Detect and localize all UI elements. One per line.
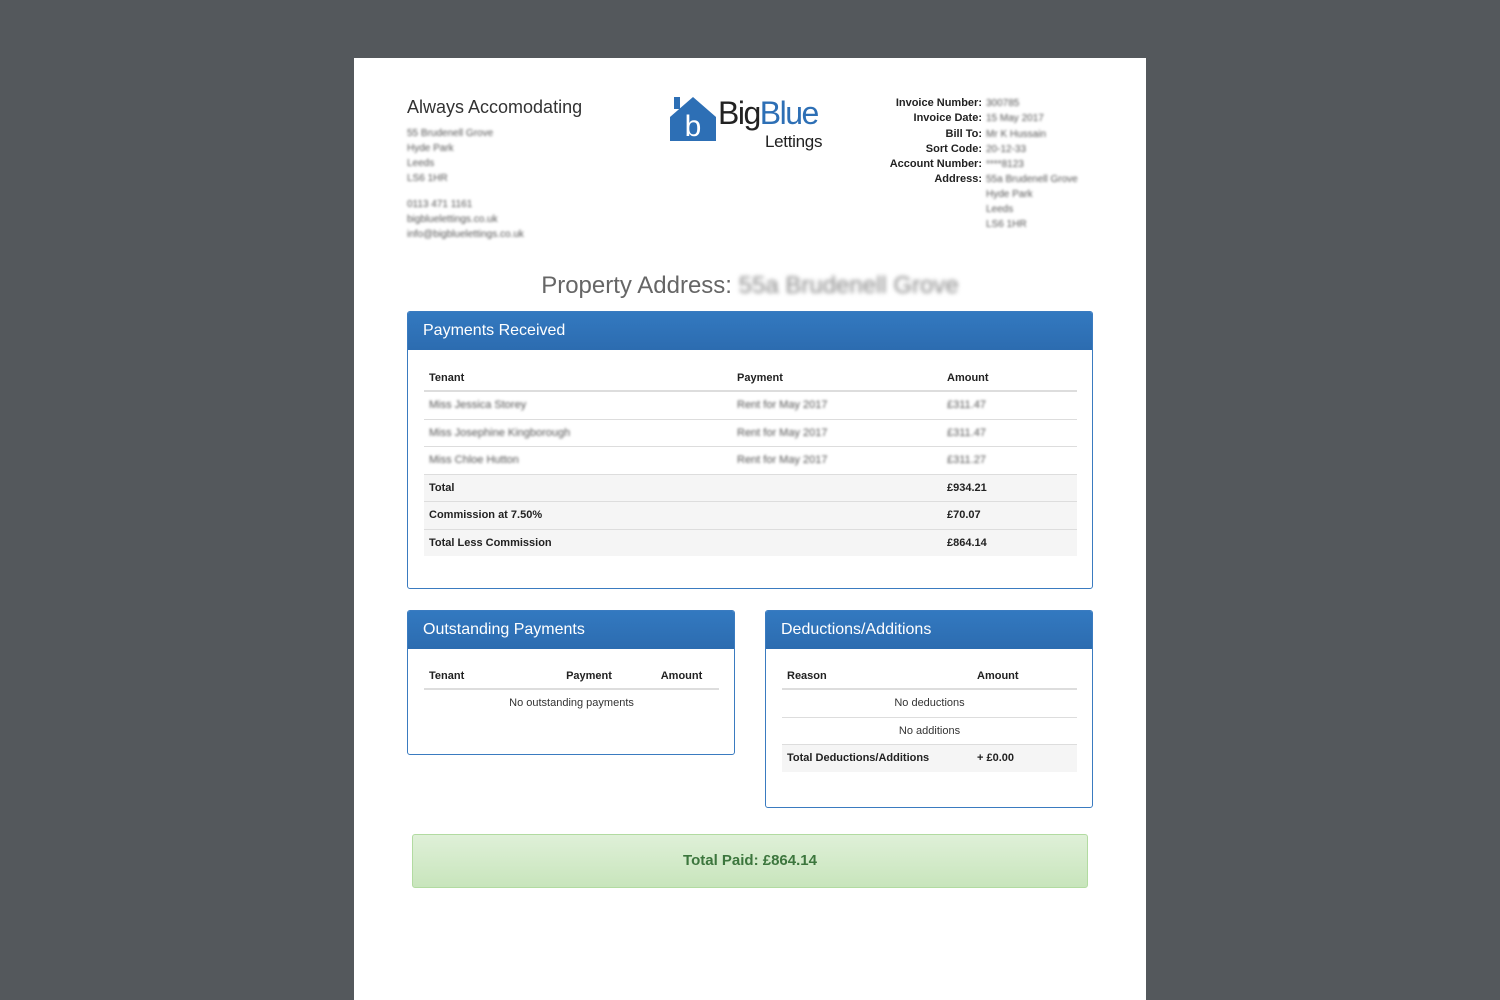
total-less-commission-label: Total Less Commission	[424, 528, 732, 556]
commission-row: Commission at 7.50% £70.07	[424, 501, 1077, 529]
tenant-name: Miss Josephine Kingborough	[424, 418, 732, 447]
company-address: 55 Brudenell Grove Hyde Park Leeds LS6 1…	[407, 126, 493, 186]
logo-big: Big	[718, 95, 761, 131]
invoice-page: Always Accomodating 55 Brudenell Grove H…	[354, 58, 1146, 1000]
company-address-line: 55 Brudenell Grove	[407, 128, 494, 139]
house-icon: b	[670, 97, 716, 143]
deductions-additions-panel: Deductions/Additions Reason Amount No de…	[765, 610, 1093, 808]
payment-amount: £311.27	[942, 446, 1077, 474]
payment-desc: Rent for May 2017	[732, 390, 942, 419]
payment-amount: £311.47	[942, 418, 1077, 447]
sort-code: 20-12-33	[986, 143, 1027, 155]
logo-blue: Blue	[759, 95, 820, 131]
table-row: Miss Josephine Kingborough Rent for May …	[424, 418, 1077, 447]
tenant-name: Miss Chloe Hutton	[424, 446, 732, 474]
company-address-line: Leeds	[407, 158, 435, 169]
invoice-number: 300785	[986, 98, 1020, 109]
outstanding-payments-panel: Outstanding Payments Tenant Payment Amou…	[407, 610, 735, 755]
payments-received-title: Payments Received	[408, 312, 1092, 350]
total-amount: £934.21	[942, 473, 1077, 502]
invoice-date: 15 May 2017	[986, 113, 1044, 125]
company-address-line: Hyde Park	[407, 143, 454, 154]
column-header-amount: Amount	[972, 661, 1077, 690]
table-row: Miss Chloe Hutton Rent for May 2017 £311…	[424, 446, 1077, 474]
no-additions-message: No additions	[782, 716, 1077, 745]
column-header-reason: Reason	[782, 661, 972, 690]
company-phone: 0113 471 1161	[407, 199, 473, 210]
property-address-value: 55a Brudenell Grove	[738, 272, 959, 299]
property-address-label: Property Address:	[541, 272, 732, 299]
bill-address: 55a Brudenell Grove Hyde Park Leeds LS6 …	[986, 172, 1078, 232]
deductions-additions-title: Deductions/Additions	[766, 611, 1092, 649]
company-name: Always Accomodating	[407, 97, 583, 117]
total-less-commission-amount: £864.14	[942, 528, 1077, 556]
total-less-commission-row: Total Less Commission £864.14	[424, 528, 1077, 556]
commission-amount: £70.07	[942, 501, 1077, 529]
no-deductions-message: No deductions	[894, 697, 965, 710]
company-address-line: LS6 1HR	[407, 173, 448, 184]
deductions-additions-table: Reason Amount No deductions No additions…	[782, 661, 1077, 772]
address-label: Address:	[934, 173, 982, 186]
total-label: Total	[424, 473, 732, 502]
column-header-payment: Payment	[732, 363, 942, 392]
account-number: ****8123	[986, 159, 1024, 171]
table-row: No outstanding payments	[424, 689, 719, 717]
logo-wordmark: BigBlue	[718, 95, 820, 131]
table-row: No additions	[782, 716, 1077, 745]
payment-amount: £311.47	[942, 390, 1077, 419]
outstanding-payments-title: Outstanding Payments	[408, 611, 734, 649]
property-address: Property Address: 55a Brudenell Grove	[354, 272, 1146, 300]
column-header-amount: Amount	[942, 363, 1077, 392]
outstanding-payments-table: Tenant Payment Amount No outstanding pay…	[424, 661, 719, 717]
no-outstanding-message: No outstanding payments	[509, 697, 634, 710]
logo-letter: b	[685, 110, 702, 143]
table-row: Miss Jessica Storey Rent for May 2017 £3…	[424, 390, 1077, 419]
logo-subtitle: Lettings	[765, 132, 823, 151]
total-deductions-amount: + £0.00	[972, 744, 1077, 772]
total-deductions-row: Total Deductions/Additions + £0.00	[782, 744, 1077, 772]
payment-desc: Rent for May 2017	[732, 418, 942, 447]
company-contact: 0113 471 1161 bigbluelettings.co.uk info…	[407, 197, 524, 242]
invoice-number-label: Invoice Number:	[895, 97, 982, 109]
bill-address-line: Leeds	[986, 204, 1014, 216]
total-paid-banner: Total Paid: £864.14	[412, 834, 1088, 888]
total-deductions-label: Total Deductions/Additions	[782, 744, 972, 772]
bill-address-line: Hyde Park	[986, 189, 1033, 201]
bill-address-line: LS6 1HR	[986, 219, 1027, 231]
bill-to-label: Bill To:	[945, 127, 982, 140]
tenant-name: Miss Jessica Storey	[424, 390, 732, 419]
company-email: info@bigbluelettings.co.uk	[407, 229, 524, 240]
invoice-date-label: Invoice Date:	[913, 112, 982, 125]
payments-received-table: Tenant Payment Amount Miss Jessica Store…	[424, 363, 1077, 556]
column-header-tenant: Tenant	[424, 363, 732, 392]
column-header-payment: Payment	[534, 661, 644, 690]
bill-address-line: 55a Brudenell Grove	[986, 174, 1078, 186]
column-header-amount: Amount	[644, 661, 719, 690]
payments-received-panel: Payments Received Tenant Payment Amount …	[407, 311, 1093, 589]
table-row: No deductions	[782, 689, 1077, 717]
sort-code-label: Sort Code:	[925, 142, 982, 155]
bigblue-logo: b BigBlue Lettings	[670, 94, 832, 156]
total-row: Total £934.21	[424, 473, 1077, 502]
company-website: bigbluelettings.co.uk	[407, 214, 498, 225]
account-number-label: Account Number:	[889, 158, 982, 171]
bill-to: Mr K Hussain	[986, 128, 1047, 140]
commission-label: Commission at 7.50%	[424, 501, 732, 529]
invoice-details: Invoice Number: 300785 Invoice Date: 15 Ma…	[854, 96, 1078, 232]
column-header-tenant: Tenant	[424, 661, 534, 690]
payment-desc: Rent for May 2017	[732, 446, 942, 474]
